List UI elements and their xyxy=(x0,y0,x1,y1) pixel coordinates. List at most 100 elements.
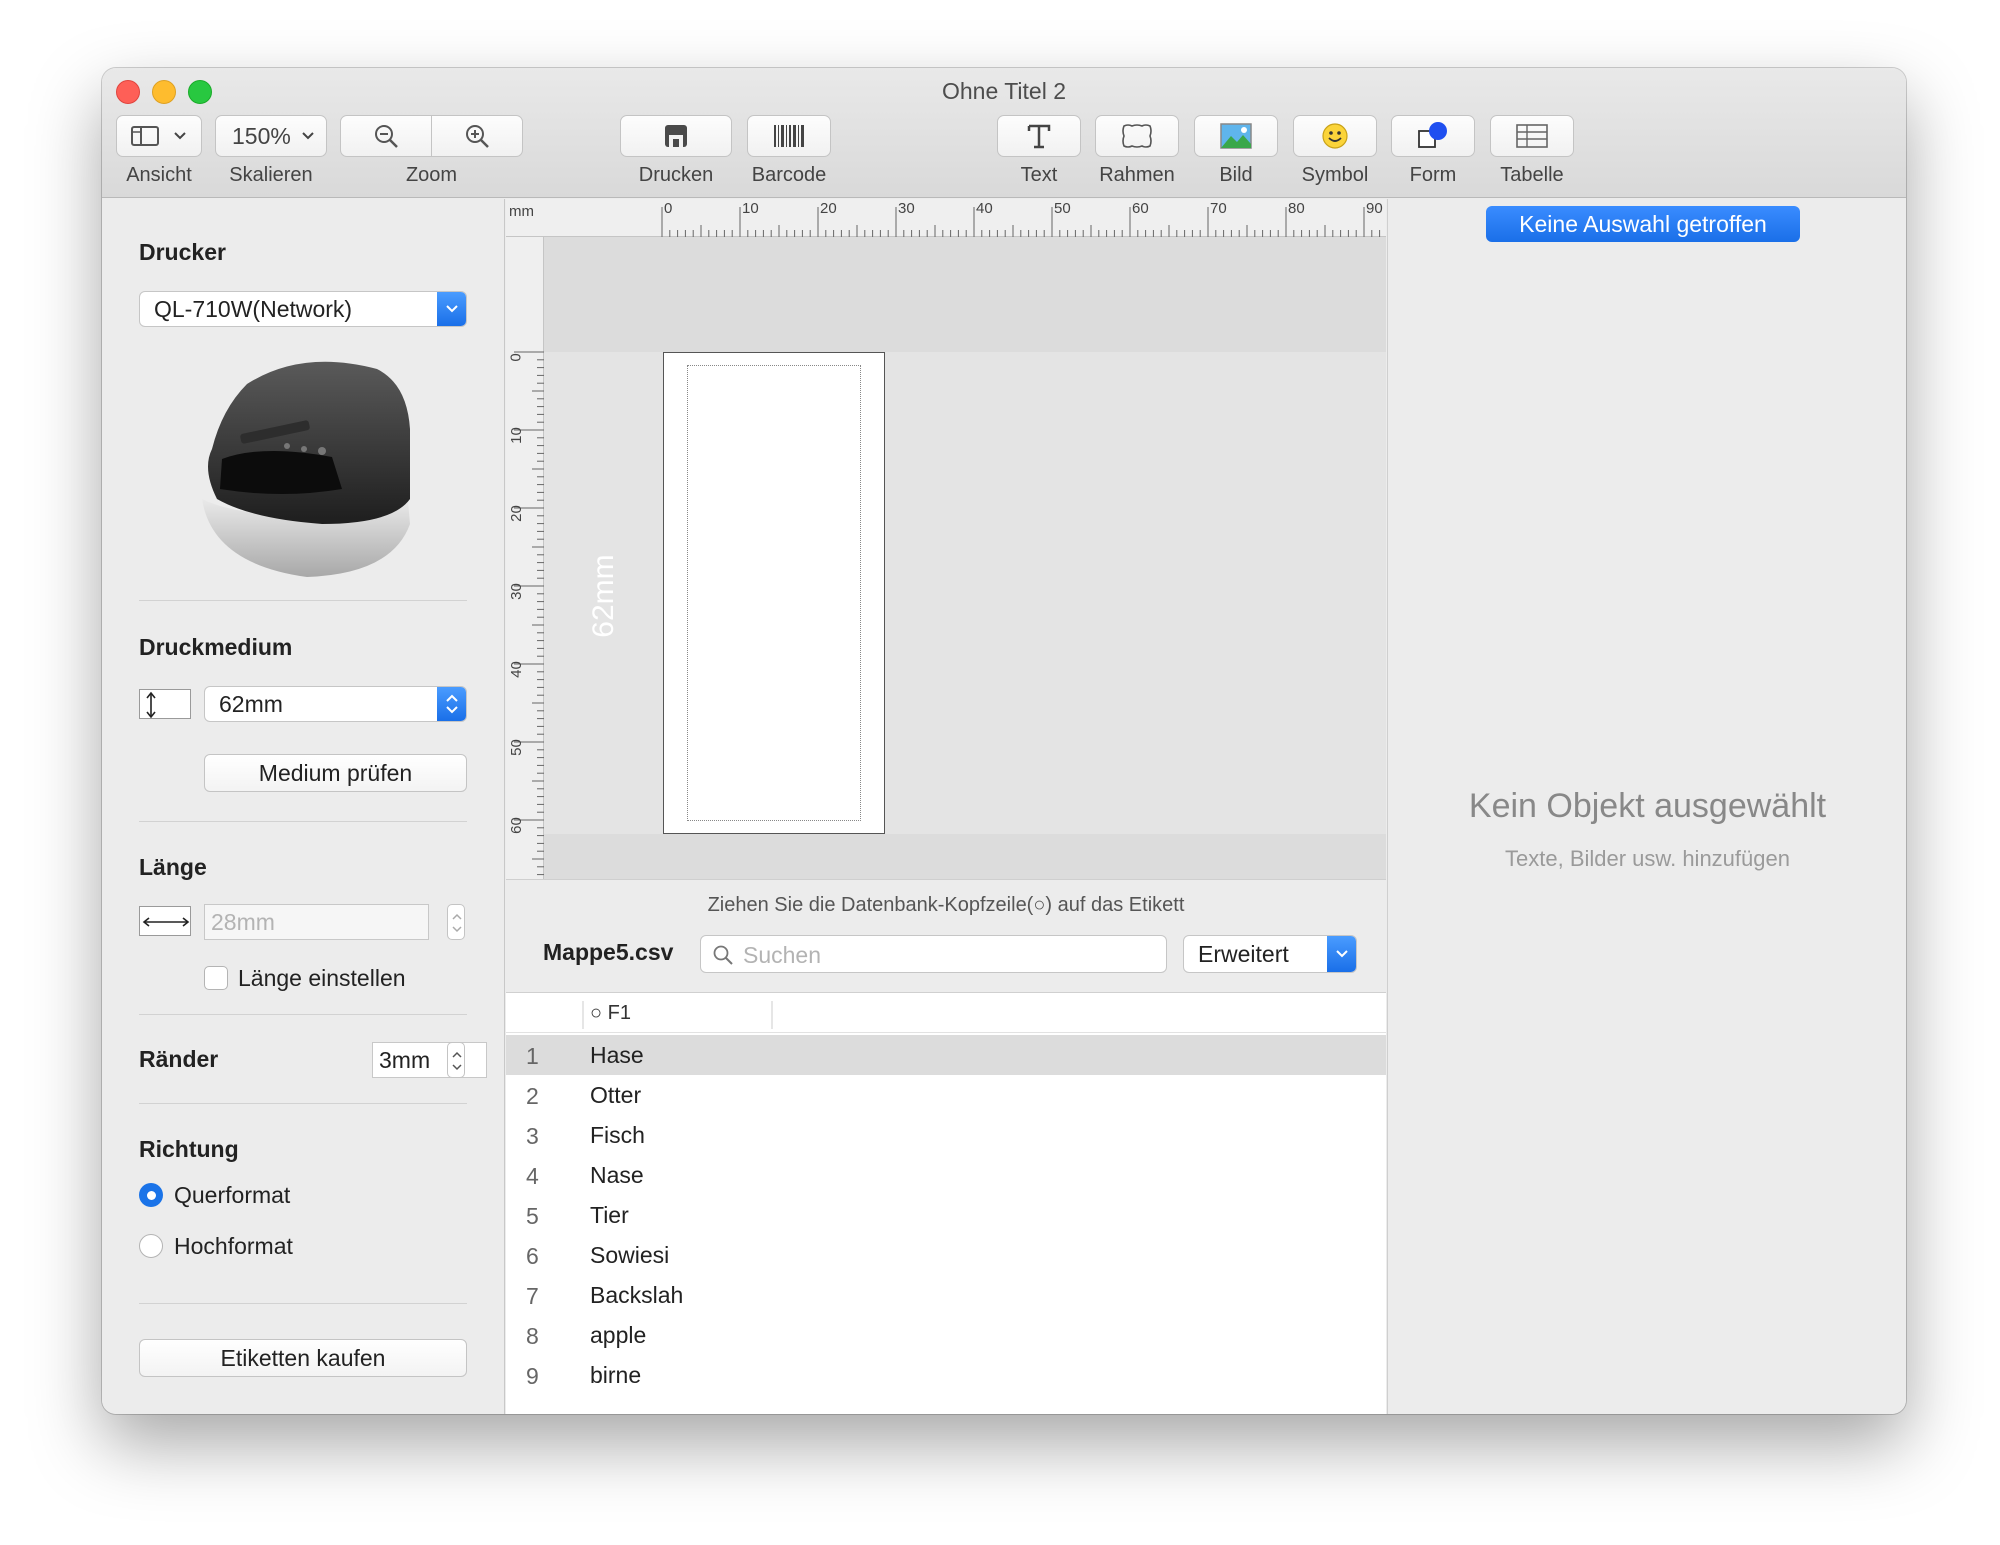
app-window: Ohne Titel 2 Ansicht 150% Skalieren Zoom… xyxy=(102,68,1906,1414)
ruler-tick-20: 20 xyxy=(820,200,837,217)
barcode-button[interactable] xyxy=(747,115,831,157)
barcode-label: Barcode xyxy=(751,164,827,186)
column-divider xyxy=(771,1001,773,1029)
row-number: 3 xyxy=(526,1123,539,1149)
table-row[interactable]: 8 apple xyxy=(506,1315,1386,1355)
divider xyxy=(139,1303,467,1304)
row-number: 6 xyxy=(526,1243,539,1269)
ruler-tick-30: 30 xyxy=(898,200,915,217)
divider xyxy=(139,1014,467,1015)
ruler-tick-60: 60 xyxy=(1132,200,1149,217)
database-pane: Ziehen Sie die Datenbank-Kopfzeile(○) au… xyxy=(506,879,1386,1414)
table-header: ○ F1 xyxy=(506,993,1386,1033)
column-header-f1[interactable]: ○ F1 xyxy=(590,1002,631,1025)
row-number: 9 xyxy=(526,1363,539,1389)
row-value: apple xyxy=(590,1322,647,1348)
ruler-tick-0: 0 xyxy=(664,200,673,217)
table-row[interactable]: 9 birne xyxy=(506,1355,1386,1395)
empty-subtitle: Texte, Bilder usw. hinzufügen xyxy=(1505,846,1790,871)
divider xyxy=(139,600,467,601)
row-value: Backslah xyxy=(590,1282,684,1308)
row-value: Nase xyxy=(590,1162,644,1188)
scale-value: 150% xyxy=(232,122,291,149)
row-number: 1 xyxy=(526,1043,539,1069)
row-value: Otter xyxy=(590,1082,642,1108)
ruler-tick-90: 90 xyxy=(1366,200,1383,217)
database-table[interactable]: ○ F1 1 Hase 2 Otter 3 Fisch 4 Nase 5 Tier 6 So… xyxy=(506,992,1386,1414)
chevron-down-icon xyxy=(437,292,466,326)
margins-value: 3mm xyxy=(379,1046,431,1073)
portrait-label: Hochformat xyxy=(174,1233,293,1259)
table-row[interactable]: 3 Fisch xyxy=(506,1115,1386,1155)
table-row[interactable]: 4 Nase xyxy=(506,1155,1386,1195)
shape-button[interactable] xyxy=(1391,115,1475,157)
zoom-label: Zoom xyxy=(405,164,458,186)
table-row[interactable]: 1 Hase xyxy=(506,1035,1386,1075)
printer-icon xyxy=(665,125,687,147)
media-section-title: Druckmedium xyxy=(139,634,293,660)
search-input[interactable]: Suchen xyxy=(700,935,1167,973)
printer-popup[interactable]: QL-710W(Network) xyxy=(139,291,467,327)
vruler-tick-50: 50 xyxy=(507,739,525,756)
margins-stepper[interactable] xyxy=(447,1042,465,1078)
set-length-label: Länge einstellen xyxy=(238,965,406,991)
divider xyxy=(139,1103,467,1104)
label-paper[interactable] xyxy=(663,352,885,834)
sidebar-view-icon xyxy=(131,126,159,146)
table-button[interactable] xyxy=(1490,115,1574,157)
ruler-tick-40: 40 xyxy=(976,200,993,217)
check-media-button[interactable]: Medium prüfen xyxy=(204,754,467,792)
row-number: 8 xyxy=(526,1323,539,1349)
media-value: 62mm xyxy=(219,690,283,717)
image-icon xyxy=(1220,123,1252,149)
zoom-in-button[interactable] xyxy=(431,115,523,157)
ruler-tick-70: 70 xyxy=(1210,200,1227,217)
frame-icon xyxy=(1122,124,1152,148)
chevron-down-icon xyxy=(302,132,314,140)
scale-popup[interactable]: 150% xyxy=(215,115,327,157)
search-mode-popup[interactable]: Erweitert xyxy=(1183,935,1357,973)
vruler-tick-10: 10 xyxy=(507,427,525,444)
label-height-text: 62mm xyxy=(587,554,620,638)
ruler-tick-10: 10 xyxy=(742,200,759,217)
text-label: Text xyxy=(1020,164,1058,186)
margins-input[interactable]: 3mm xyxy=(372,1042,487,1078)
table-row[interactable]: 2 Otter xyxy=(506,1075,1386,1115)
table-row[interactable]: 5 Tier xyxy=(506,1195,1386,1235)
view-button[interactable] xyxy=(116,115,202,157)
table-row[interactable]: 7 Backslah xyxy=(506,1275,1386,1315)
table-label: Tabelle xyxy=(1500,164,1564,186)
zoom-out-button[interactable] xyxy=(340,115,432,157)
print-button[interactable] xyxy=(620,115,732,157)
length-stepper[interactable] xyxy=(447,904,465,940)
vruler-tick-60: 60 xyxy=(507,817,525,834)
vruler-tick-40: 40 xyxy=(507,661,525,678)
database-filename: Mappe5.csv xyxy=(543,939,674,965)
length-placeholder: 28mm xyxy=(211,908,275,935)
portrait-radio[interactable] xyxy=(139,1234,163,1258)
table-row[interactable]: 6 Sowiesi xyxy=(506,1235,1386,1275)
text-button[interactable] xyxy=(997,115,1081,157)
row-number: 5 xyxy=(526,1203,539,1229)
set-length-checkbox[interactable] xyxy=(204,966,228,990)
selection-button[interactable]: Keine Auswahl getroffen xyxy=(1486,206,1800,242)
landscape-radio[interactable] xyxy=(139,1183,163,1207)
label-canvas[interactable]: mm 0 10 20 30 40 50 60 70 80 90 0 10 20 … xyxy=(506,199,1386,879)
frame-label: Rahmen xyxy=(1099,164,1175,186)
smiley-icon xyxy=(1322,123,1348,149)
length-section-title: Länge xyxy=(139,854,207,880)
symbol-button[interactable] xyxy=(1293,115,1377,157)
frame-button[interactable] xyxy=(1095,115,1179,157)
media-popup[interactable]: 62mm xyxy=(204,686,467,722)
length-input[interactable]: 28mm xyxy=(204,904,429,940)
image-button[interactable] xyxy=(1194,115,1278,157)
zoom-out-icon xyxy=(375,125,398,148)
horizontal-ruler: mm 0 10 20 30 40 50 60 70 80 90 xyxy=(506,199,1386,237)
buy-labels-button[interactable]: Etiketten kaufen xyxy=(139,1339,467,1377)
window-title: Ohne Titel 2 xyxy=(941,78,1067,104)
label-margin-guide xyxy=(687,365,861,821)
chevron-up-down-icon xyxy=(437,687,466,721)
vertical-ruler: 0 10 20 30 40 50 60 xyxy=(506,237,544,879)
direction-section-title: Richtung xyxy=(139,1136,239,1162)
row-value: birne xyxy=(590,1362,642,1388)
